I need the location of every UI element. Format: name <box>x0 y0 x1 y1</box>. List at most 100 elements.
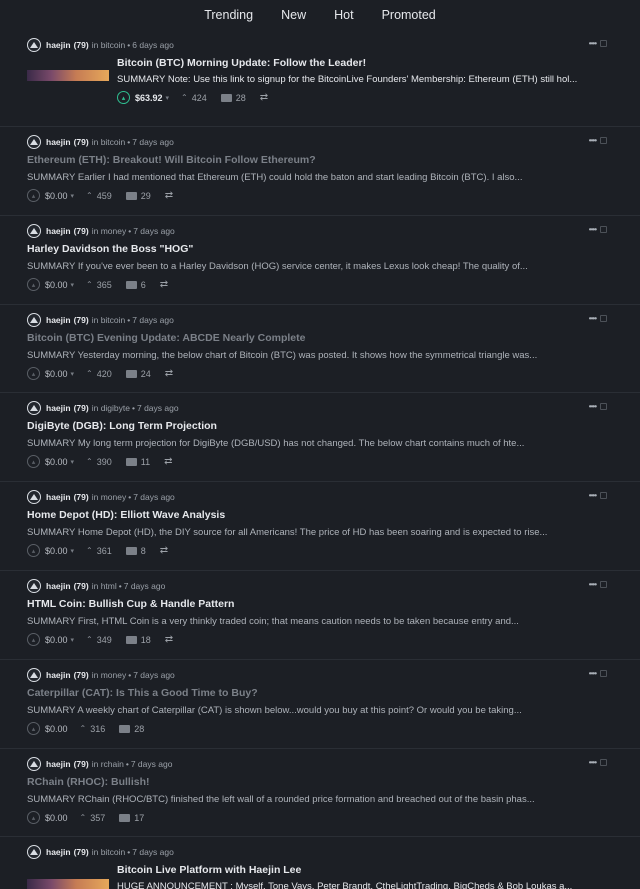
post-summary[interactable]: SUMMARY My long term projection for Digi… <box>27 438 524 449</box>
post-time[interactable]: 7 days ago <box>133 226 175 236</box>
chevron-down-icon[interactable]: ▾ <box>71 192 75 200</box>
author-name[interactable]: haejin <box>46 581 71 591</box>
author-name[interactable]: haejin <box>46 403 71 413</box>
author-name[interactable]: haejin <box>46 226 71 236</box>
post-title[interactable]: Ethereum (ETH): Breakout! Will Bitcoin F… <box>27 154 316 166</box>
replies-count[interactable]: 28 <box>236 93 246 103</box>
payout-value[interactable]: $0.00 <box>45 369 68 379</box>
more-options-icon[interactable]: •••• <box>589 402 597 411</box>
post-time[interactable]: 7 days ago <box>132 137 174 147</box>
tab-promoted[interactable]: Promoted <box>368 8 450 22</box>
more-options-icon[interactable]: •••• <box>589 758 597 767</box>
upvote-icon[interactable]: ▴ <box>27 633 40 646</box>
post-title[interactable]: DigiByte (DGB): Long Term Projection <box>27 420 217 432</box>
post-summary[interactable]: SUMMARY A weekly chart of Caterpillar (C… <box>27 705 522 716</box>
post-title[interactable]: RChain (RHOC): Bullish! <box>27 776 150 788</box>
chevron-down-icon[interactable]: ▾ <box>71 281 75 289</box>
post-time[interactable]: 7 days ago <box>132 315 174 325</box>
payout-value[interactable]: $0.00 <box>45 457 68 467</box>
more-options-icon[interactable]: •••• <box>589 225 597 234</box>
community-link[interactable]: html <box>101 581 117 591</box>
post-time[interactable]: 7 days ago <box>133 670 175 680</box>
avatar[interactable] <box>27 668 41 682</box>
post-title[interactable]: Home Depot (HD): Elliott Wave Analysis <box>27 509 225 521</box>
avatar[interactable] <box>27 135 41 149</box>
votes-count[interactable]: 459 <box>97 191 112 201</box>
replies-count[interactable]: 11 <box>141 457 150 467</box>
post-summary[interactable]: SUMMARY RChain (RHOC/BTC) finished the l… <box>27 794 535 805</box>
post-summary[interactable]: SUMMARY Note: Use this link to signup fo… <box>117 74 577 85</box>
avatar[interactable] <box>27 757 41 771</box>
community-link[interactable]: digibyte <box>101 403 130 413</box>
flag-icon[interactable] <box>600 40 607 47</box>
avatar[interactable] <box>27 313 41 327</box>
votes-count[interactable]: 424 <box>192 93 207 103</box>
post-summary[interactable]: SUMMARY First, HTML Coin is a very think… <box>27 616 519 627</box>
reblog-icon[interactable]: ⇄ <box>160 545 168 556</box>
more-options-icon[interactable]: •••• <box>589 39 597 48</box>
post-summary[interactable]: HUGE ANNOUNCEMENT : Myself, Tone Vays, P… <box>117 881 572 889</box>
tab-trending[interactable]: Trending <box>190 8 267 22</box>
community-link[interactable]: bitcoin <box>101 40 126 50</box>
votes-count[interactable]: 361 <box>97 546 112 556</box>
post-time[interactable]: 7 days ago <box>124 581 166 591</box>
post-title[interactable]: Bitcoin (BTC) Evening Update: ABCDE Near… <box>27 332 305 344</box>
payout-value[interactable]: $0.00 <box>45 635 68 645</box>
post-title[interactable]: Harley Davidson the Boss "HOG" <box>27 243 193 255</box>
upvote-icon[interactable]: ▴ <box>27 544 40 557</box>
upvote-icon[interactable]: ▴ <box>27 189 40 202</box>
author-name[interactable]: haejin <box>46 137 71 147</box>
reblog-icon[interactable]: ⇄ <box>260 92 268 103</box>
flag-icon[interactable] <box>600 759 607 766</box>
post-summary[interactable]: SUMMARY Yesterday morning, the below cha… <box>27 350 537 361</box>
upvote-icon[interactable]: ▴ <box>27 811 40 824</box>
avatar[interactable] <box>27 845 41 859</box>
community-link[interactable]: bitcoin <box>101 315 126 325</box>
chevron-down-icon[interactable]: ▾ <box>71 370 75 378</box>
flag-icon[interactable] <box>600 670 607 677</box>
community-link[interactable]: bitcoin <box>101 137 126 147</box>
more-options-icon[interactable]: •••• <box>589 491 597 500</box>
author-name[interactable]: haejin <box>46 759 71 769</box>
replies-count[interactable]: 17 <box>134 813 144 823</box>
avatar[interactable] <box>27 579 41 593</box>
reblog-icon[interactable]: ⇄ <box>165 634 173 645</box>
flag-icon[interactable] <box>600 137 607 144</box>
replies-count[interactable]: 18 <box>141 635 151 645</box>
replies-count[interactable]: 6 <box>141 280 146 290</box>
post-summary[interactable]: SUMMARY Earlier I had mentioned that Eth… <box>27 172 522 183</box>
post-title[interactable]: Bitcoin Live Platform with Haejin Lee <box>117 864 301 876</box>
author-name[interactable]: haejin <box>46 847 71 857</box>
post-thumbnail[interactable] <box>27 70 109 81</box>
votes-count[interactable]: 316 <box>90 724 105 734</box>
reblog-icon[interactable]: ⇄ <box>164 456 172 467</box>
upvote-icon[interactable]: ▴ <box>27 278 40 291</box>
reblog-icon[interactable]: ⇄ <box>160 279 168 290</box>
post-summary[interactable]: SUMMARY Home Depot (HD), the DIY source … <box>27 527 547 538</box>
chevron-down-icon[interactable]: ▾ <box>166 94 170 102</box>
reblog-icon[interactable]: ⇄ <box>165 190 173 201</box>
upvote-icon[interactable]: ▴ <box>27 367 40 380</box>
upvote-icon[interactable]: ▴ <box>27 455 40 468</box>
tab-hot[interactable]: Hot <box>320 8 367 22</box>
votes-count[interactable]: 420 <box>97 369 112 379</box>
payout-value[interactable]: $0.00 <box>45 724 68 734</box>
avatar[interactable] <box>27 224 41 238</box>
tab-new[interactable]: New <box>267 8 320 22</box>
avatar[interactable] <box>27 401 41 415</box>
payout-value[interactable]: $0.00 <box>45 191 68 201</box>
post-summary[interactable]: SUMMARY If you've ever been to a Harley … <box>27 261 528 272</box>
payout-value[interactable]: $0.00 <box>45 813 68 823</box>
chevron-down-icon[interactable]: ▾ <box>71 547 75 555</box>
reblog-icon[interactable]: ⇄ <box>165 368 173 379</box>
community-link[interactable]: bitcoin <box>101 847 126 857</box>
flag-icon[interactable] <box>600 226 607 233</box>
more-options-icon[interactable]: •••• <box>589 314 597 323</box>
author-name[interactable]: haejin <box>46 492 71 502</box>
replies-count[interactable]: 24 <box>141 369 151 379</box>
more-options-icon[interactable]: •••• <box>589 580 597 589</box>
flag-icon[interactable] <box>600 581 607 588</box>
post-title[interactable]: Caterpillar (CAT): Is This a Good Time t… <box>27 687 258 699</box>
avatar[interactable] <box>27 490 41 504</box>
post-time[interactable]: 7 days ago <box>137 403 179 413</box>
